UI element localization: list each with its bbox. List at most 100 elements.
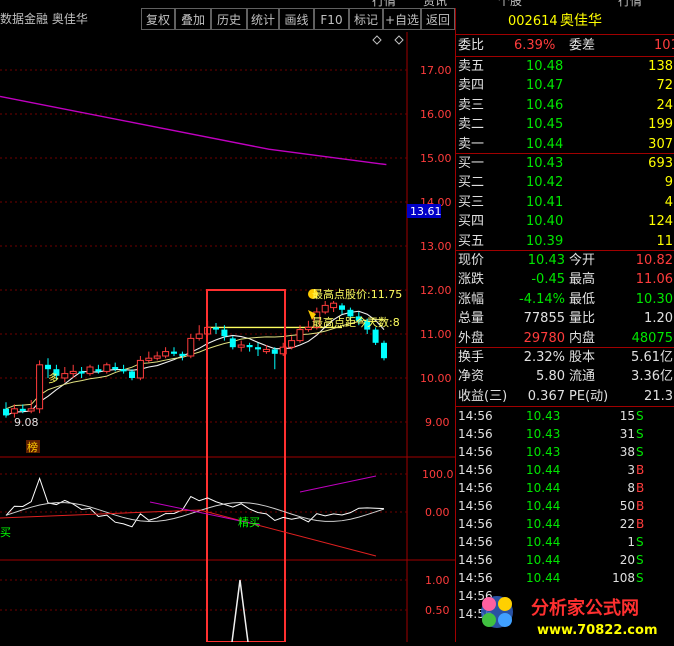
stat-label: 总量 [458,311,485,327]
price-axis-labels: 17.00 16.00 15.00 14.00 13.00 12.00 11.0… [420,64,454,617]
stats-button[interactable]: 统计 [247,8,279,30]
back-button[interactable]: 返回 [421,8,455,30]
mark-button[interactable]: 标记 [349,8,383,30]
diamond-icon[interactable] [372,35,382,45]
draw-button[interactable]: 画线 [279,8,314,30]
candle-body [213,327,219,330]
price-tick: 16.00 [420,108,452,121]
tick-price: 10.43 [526,427,561,441]
bid-row: 买二 10.42 9 [456,173,674,192]
top-tab-3[interactable]: 行情 [618,0,642,8]
bid-label: 买二 [458,175,485,191]
stat-value: 1.20 [644,311,673,327]
candle-body [120,369,127,372]
tick-row: 14:56 10.44 8 B [456,479,674,497]
tick-volume: 20 [619,553,635,567]
overlay-button[interactable]: 叠加 [175,8,211,30]
ask-label: 卖一 [458,136,485,152]
tick-volume: 8 [627,481,635,495]
ask-row: 卖四 10.47 72 [456,76,674,95]
stat-label: 内盘 [569,330,596,346]
candle-body [229,338,236,348]
high-price-annotation: 最高点股价:11.75 [312,287,402,301]
top-tab-2[interactable]: 个股 [498,0,522,8]
stat-value: 2.32% [523,350,565,365]
stat-value: 21.3 [644,388,673,404]
top-tab-1[interactable]: 资讯 [423,0,447,8]
candle-body [321,304,329,313]
candle-body [195,333,203,339]
candle-body [45,364,51,370]
price-tick: 17.00 [420,64,452,77]
ask-row: 卖三 10.46 24 [456,96,674,115]
stat-label: 股本 [569,350,596,365]
weibi-row: 委比 6.39% 委差 101 [456,36,674,55]
candle-body [187,337,195,357]
fuquan-button[interactable]: 复权 [141,8,175,30]
diamond-icon[interactable] [394,35,404,45]
quote-header: 002614 奥佳华 [456,12,674,31]
f10-button[interactable]: F10 [314,8,349,30]
indicator-lines [0,475,385,557]
stat-label: 涨幅 [458,291,485,307]
stat-row: 总量 77855 量比 1.20 [456,309,674,328]
history-button[interactable]: 历史 [211,8,247,30]
signal-spike [231,579,249,643]
candle-body [153,355,161,359]
candle-body [237,344,245,348]
stat-value: 3.36亿 [631,369,673,385]
stat-label: 现价 [458,253,485,268]
candle-body [61,373,69,379]
price-tick: 12.00 [420,284,452,297]
candle-body [330,302,338,309]
stat-row: 收益(三) 0.367 PE(动) 21.3 [456,387,674,406]
tick-side: S [636,535,644,549]
tick-row: 14:56 10.43 38 S [456,443,674,461]
stat-value: -4.14% [519,291,565,307]
ask-volume: 199 [648,117,673,133]
ma-long-line [0,95,387,166]
indicator-trend-line-magenta [299,475,377,493]
ask-row: 卖一 10.44 307 [456,135,674,154]
bid-row: 买四 10.40 124 [456,212,674,231]
divider [456,34,674,35]
ask-label: 卖二 [458,117,485,133]
stat-label: 今开 [569,253,596,268]
stat-label: 量比 [569,311,596,327]
tick-row: 14:56 10.44 1 S [456,533,674,551]
candle-body [136,359,144,379]
tick-side: B [636,517,645,531]
tick-volume: 15 [619,409,635,423]
candle-body [262,348,270,353]
bid-label: 买五 [458,233,485,249]
ask-price: 10.48 [526,59,564,74]
tick-row: 14:56 10.44 20 S [456,551,674,569]
ask-price: 10.46 [526,97,564,113]
ask-row: 卖五 10.48 138 [456,57,674,76]
candle-body [95,369,102,372]
tick-time: 14:56 [458,517,493,531]
high-days-annotation: 最高点距今天数:8 [312,315,400,329]
bid-label: 买三 [458,194,485,210]
tick-volume: 3 [627,463,635,477]
candle-body [145,357,153,361]
stat-row: 净资 5.80 流通 3.36亿 [456,367,674,386]
candle-body [221,329,228,337]
price-tick: 15.00 [420,152,452,165]
tick-side: B [636,481,645,495]
top-tab-0[interactable]: 行情 [372,0,396,8]
buy-signal-label: 精买 [238,516,260,529]
add-watchlist-button[interactable]: +自选 [383,8,421,30]
candle-body [288,340,296,348]
candle-body [78,371,85,374]
stat-label: 最高 [569,272,596,288]
left-signal-label: 买 [0,526,11,539]
kline-chart-area[interactable]: 17.00 16.00 15.00 14.00 13.00 12.00 11.0… [0,32,455,643]
bid-volume: 693 [648,156,673,171]
bid-volume: 11 [656,233,673,249]
tick-side: S [636,409,644,423]
ask-price: 10.44 [526,136,564,152]
stat-label: 收益(三) [458,388,508,404]
stat-row: 外盘 29780 内盘 48075 [456,329,674,348]
kline-chart-svg[interactable]: 17.00 16.00 15.00 14.00 13.00 12.00 11.0… [0,32,455,643]
